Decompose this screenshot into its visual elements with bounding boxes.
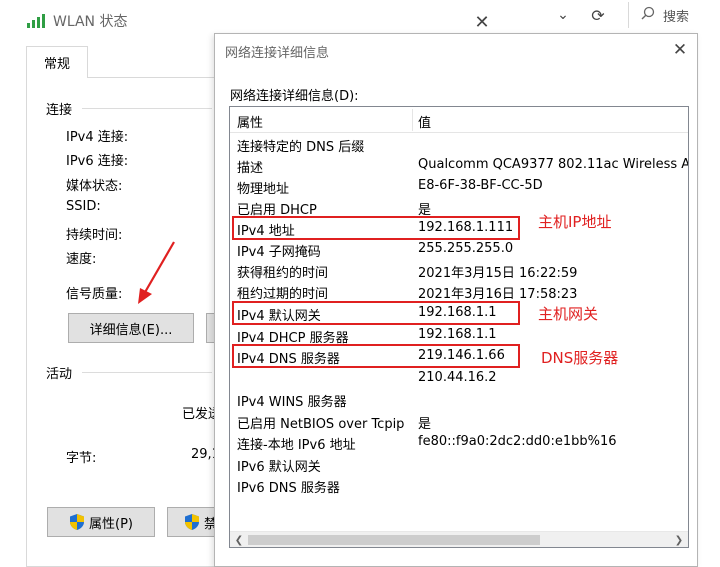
refresh-icon[interactable]: ⟳ xyxy=(586,4,610,26)
shield-icon xyxy=(184,513,200,531)
property-cell: IPv4 WINS 服务器 xyxy=(237,395,347,410)
scroll-left-icon[interactable]: ❮ xyxy=(231,533,247,547)
property-cell: 物理地址 xyxy=(237,182,290,197)
disable-button[interactable]: 禁 xyxy=(167,507,217,537)
value-cell: 255.255.255.0 xyxy=(418,241,514,256)
list-item[interactable]: IPv4 DHCP 服务器 192.168.1.1 xyxy=(230,325,688,346)
ip-address-highlight-box xyxy=(232,216,520,240)
divider xyxy=(82,108,212,109)
ipv6-connection-label: IPv6 连接: xyxy=(66,154,129,169)
search-placeholder: 搜索 xyxy=(663,9,690,25)
bytes-label: 字节: xyxy=(66,451,97,466)
horizontal-scrollbar[interactable]: ❮ ❯ xyxy=(230,531,688,547)
property-cell: 已启用 NetBIOS over Tcpip xyxy=(237,417,405,432)
column-header-property[interactable]: 属性 xyxy=(237,112,263,131)
annotation-arrow-icon xyxy=(138,241,175,304)
list-item[interactable]: 租约过期的时间 2021年3月16日 17:58:23 xyxy=(230,281,688,302)
ipv4-connection-label: IPv4 连接: xyxy=(66,130,129,145)
list-item[interactable]: 已启用 DHCP 是 xyxy=(230,197,688,218)
property-cell: 连接特定的 DNS 后缀 xyxy=(237,140,365,155)
dns-annotation: DNS服务器 xyxy=(541,349,619,367)
properties-button-label: 属性(P) xyxy=(89,516,133,532)
list-item[interactable]: 描述 Qualcomm QCA9377 802.11ac Wireless A xyxy=(230,155,688,176)
list-item[interactable]: 已启用 NetBIOS over Tcpip 是 xyxy=(230,411,688,432)
list-item[interactable]: IPv4 WINS 服务器 xyxy=(230,389,688,410)
list-header: 属性 值 xyxy=(230,107,688,133)
speed-label: 速度: xyxy=(66,252,97,267)
details-list[interactable]: 属性 值 连接特定的 DNS 后缀 描述 Qualcomm QCA9377 802… xyxy=(229,106,689,548)
scrollbar-thumb[interactable] xyxy=(248,535,540,545)
property-cell: 描述 xyxy=(237,161,264,176)
gateway-highlight-box xyxy=(232,301,520,325)
tab-general[interactable]: 常规 xyxy=(26,46,88,78)
property-cell: IPv6 默认网关 xyxy=(237,460,321,475)
column-header-value[interactable]: 值 xyxy=(418,112,431,131)
property-cell: IPv4 子网掩码 xyxy=(237,245,321,260)
close-icon[interactable]: ✕ xyxy=(668,38,692,62)
wifi-signal-icon xyxy=(27,14,45,28)
properties-button[interactable]: 属性(P) xyxy=(47,507,155,537)
value-cell: 192.168.1.1 xyxy=(418,327,497,342)
shield-icon xyxy=(69,513,85,531)
search-box[interactable]: 搜索 xyxy=(628,2,720,28)
property-cell: 连接-本地 IPv6 地址 xyxy=(237,438,356,453)
details-list-label: 网络连接详细信息(D): xyxy=(230,89,359,104)
value-cell: 2021年3月16日 17:58:23 xyxy=(418,287,578,302)
property-cell: 租约过期的时间 xyxy=(237,287,329,302)
ip-address-annotation: 主机IP地址 xyxy=(538,213,612,231)
list-item[interactable]: 获得租约的时间 2021年3月15日 16:22:59 xyxy=(230,260,688,281)
media-state-label: 媒体状态: xyxy=(66,179,123,194)
connection-group-label: 连接 xyxy=(46,103,73,118)
details-button[interactable]: 详细信息(E)... xyxy=(68,313,194,343)
column-separator[interactable] xyxy=(412,109,413,131)
window-title: WLAN 状态 xyxy=(53,14,128,30)
ssid-label: SSID: xyxy=(66,199,101,214)
network-details-dialog: 网络连接详细信息 ✕ 网络连接详细信息(D): 属性 值 连接特定的 DNS 后… xyxy=(214,33,698,567)
activity-group-label: 活动 xyxy=(46,367,73,382)
value-cell: E8-6F-38-BF-CC-5D xyxy=(418,178,543,193)
property-cell: 获得租约的时间 xyxy=(237,266,329,281)
close-icon[interactable]: ✕ xyxy=(470,10,494,34)
value-cell: 是 xyxy=(418,417,432,432)
value-cell: 2021年3月15日 16:22:59 xyxy=(418,266,578,281)
list-item[interactable]: IPv6 DNS 服务器 xyxy=(230,475,688,496)
value-cell: 210.44.16.2 xyxy=(418,370,497,385)
scroll-right-icon[interactable]: ❯ xyxy=(671,533,687,547)
list-item[interactable]: 物理地址 E8-6F-38-BF-CC-5D xyxy=(230,176,688,197)
gateway-annotation: 主机网关 xyxy=(538,305,599,323)
list-item[interactable]: IPv4 子网掩码 255.255.255.0 xyxy=(230,239,688,260)
list-item[interactable]: 210.44.16.2 xyxy=(230,368,688,389)
value-cell: Qualcomm QCA9377 802.11ac Wireless A xyxy=(418,157,688,172)
duration-label: 持续时间: xyxy=(66,228,123,243)
chevron-down-icon[interactable]: ⌄ xyxy=(552,4,574,26)
search-icon xyxy=(641,6,655,24)
dialog-title: 网络连接详细信息 xyxy=(225,46,330,61)
list-item[interactable]: 连接-本地 IPv6 地址 fe80::f9a0:2dc2:dd0:e1bb%16 xyxy=(230,432,688,453)
property-cell: IPv6 DNS 服务器 xyxy=(237,481,340,496)
list-item[interactable]: IPv6 默认网关 xyxy=(230,454,688,475)
divider xyxy=(82,372,212,373)
signal-quality-label: 信号质量: xyxy=(66,287,123,302)
value-cell: fe80::f9a0:2dc2:dd0:e1bb%16 xyxy=(418,434,617,449)
dns-highlight-box xyxy=(232,344,520,368)
list-item[interactable]: 连接特定的 DNS 后缀 xyxy=(230,134,688,155)
